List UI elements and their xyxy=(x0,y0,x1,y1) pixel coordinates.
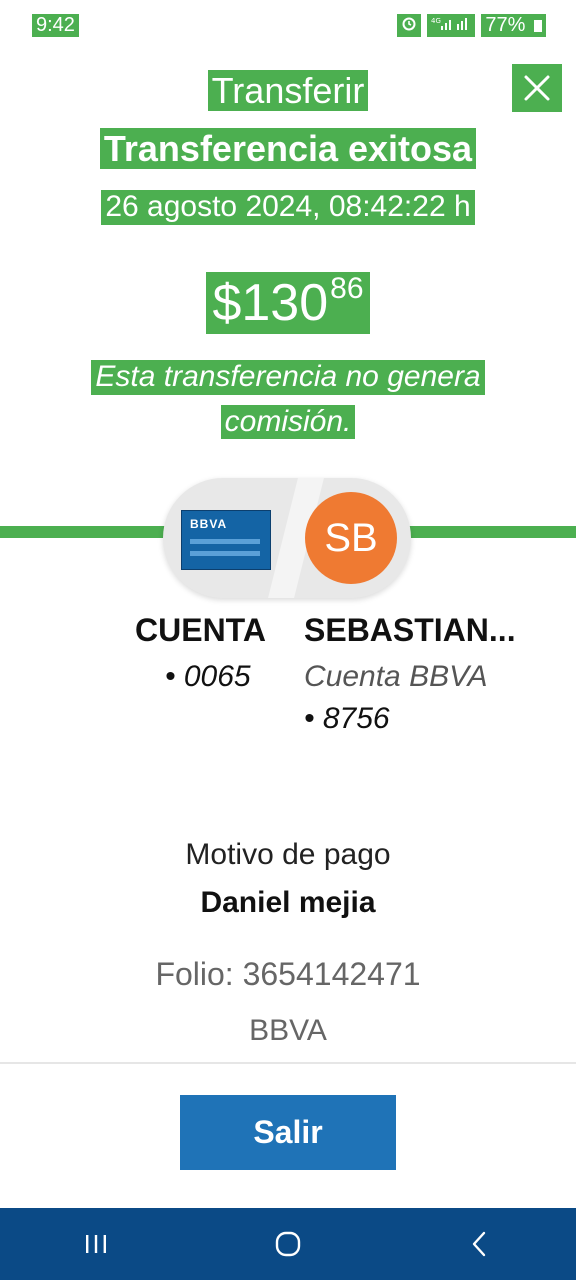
close-button[interactable] xyxy=(512,64,562,112)
origin-account-number: • 0065 xyxy=(165,660,251,693)
commission-line-1: Esta transferencia no genera xyxy=(91,360,485,395)
amount-integer: 130 xyxy=(241,274,329,332)
page-title-row: Transferir xyxy=(0,70,576,112)
card-stripe xyxy=(190,539,260,544)
commission-note: Esta transferencia no genera comisión. xyxy=(0,360,576,449)
payment-reason-label: Motivo de pago xyxy=(185,838,391,871)
bank-name: BBVA xyxy=(249,1014,327,1047)
accounts-pill: BBVA SB xyxy=(163,478,411,598)
payment-reason-value: Daniel mejia xyxy=(200,886,376,919)
commission-line-2: comisión. xyxy=(220,404,356,439)
home-button[interactable] xyxy=(248,1214,328,1274)
status-time: 9:42 xyxy=(32,14,79,37)
signal-icon: 4G xyxy=(427,14,476,37)
svg-text:4G: 4G xyxy=(431,17,441,25)
origin-account-name: CUENTA xyxy=(135,612,266,648)
amount-currency: $ xyxy=(212,274,242,332)
battery-percent: 77% xyxy=(485,14,526,36)
system-nav-bar xyxy=(0,1208,576,1280)
card-stripe xyxy=(190,551,260,556)
back-icon xyxy=(472,1231,486,1257)
divider xyxy=(0,1062,576,1064)
battery-level: 77% xyxy=(481,14,546,37)
transfer-datetime: 26 agosto 2024, 08:42:22 h xyxy=(101,190,475,225)
card-logo: BBVA xyxy=(190,517,228,531)
status-bar: 9:42 4G 77% xyxy=(0,10,576,40)
transfer-success-screen: 9:42 4G 77% Transferir Transferencia exi… xyxy=(0,0,576,1280)
alarm-icon xyxy=(397,14,422,37)
folio-number: Folio: 3654142471 xyxy=(155,956,421,992)
transfer-status: Transferencia exitosa xyxy=(99,128,477,170)
status-indicators: 4G 77% xyxy=(397,14,546,37)
home-icon xyxy=(275,1231,301,1257)
page-title: Transferir xyxy=(207,70,369,112)
bank-card-icon: BBVA xyxy=(181,510,271,570)
amount-box: $13086 xyxy=(206,272,370,334)
destination-bank: Cuenta BBVA xyxy=(304,660,488,693)
destination-name: SEBASTIAN... xyxy=(304,612,516,648)
transfer-status-row: Transferencia exitosa xyxy=(0,128,576,170)
amount-cents: 86 xyxy=(330,272,364,305)
exit-button[interactable]: Salir xyxy=(180,1095,396,1170)
transfer-amount: $13086 xyxy=(0,272,576,334)
transfer-date-row: 26 agosto 2024, 08:42:22 h xyxy=(0,190,576,225)
avatar: SB xyxy=(305,492,397,584)
recent-apps-icon xyxy=(86,1235,106,1253)
close-icon xyxy=(524,75,550,101)
battery-icon xyxy=(534,20,542,32)
destination-account-number: • 8756 xyxy=(304,702,390,735)
recent-apps-button[interactable] xyxy=(56,1214,136,1274)
back-button[interactable] xyxy=(440,1214,520,1274)
